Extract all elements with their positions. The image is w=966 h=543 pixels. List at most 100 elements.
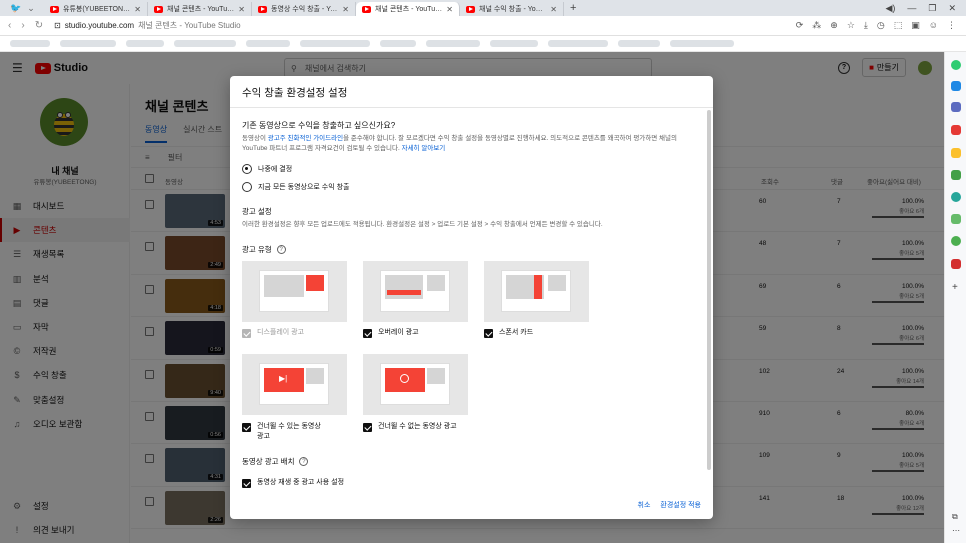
close-window-button[interactable]: ✕ bbox=[948, 3, 956, 14]
checkbox-checked-icon[interactable] bbox=[242, 479, 251, 488]
browser-tab[interactable]: 채널 콘텐츠 - YouTube Studio✕ bbox=[148, 2, 252, 16]
profile-icon[interactable]: ☺ bbox=[929, 20, 938, 31]
checkbox-checked-icon[interactable] bbox=[363, 423, 372, 432]
tab-search-icon[interactable]: ⌄ bbox=[27, 3, 35, 14]
ad-type-overlay[interactable]: 오버레이 광고 bbox=[363, 328, 463, 338]
more-options-icon[interactable]: ⋯ bbox=[952, 526, 960, 535]
side-area bbox=[427, 368, 445, 384]
chat-extension-icon[interactable] bbox=[951, 60, 961, 70]
reload-button[interactable]: ↻ bbox=[35, 20, 43, 31]
sheets-extension-icon[interactable] bbox=[951, 170, 961, 180]
site-info-icon[interactable]: ⊡ bbox=[54, 21, 61, 30]
dialog-title: 수익 창출 환경설정 설정 bbox=[242, 87, 348, 99]
download-icon[interactable]: ⤓ bbox=[864, 20, 868, 31]
checkbox-checked-icon[interactable] bbox=[484, 329, 493, 338]
youtube-extension-icon[interactable] bbox=[951, 259, 961, 269]
bookmark-item[interactable] bbox=[10, 40, 50, 47]
menu-icon[interactable]: ⋮ bbox=[947, 20, 956, 31]
calendar-extension-icon[interactable] bbox=[951, 214, 961, 224]
ad-type-skippable[interactable]: 건너뛸 수 있는 동영상 광고 bbox=[242, 422, 327, 442]
sponsor-card-illustration bbox=[484, 261, 589, 322]
translate-extension-icon[interactable] bbox=[951, 81, 961, 91]
bookmark-item[interactable] bbox=[380, 40, 416, 47]
zoom-icon[interactable]: ⊕ bbox=[830, 20, 838, 31]
mid-roll-label: 동영상 재생 중 광고 사용 설정 bbox=[257, 479, 345, 486]
skippable-ad-illustration: ▶| bbox=[242, 354, 347, 415]
mail-extension-icon[interactable] bbox=[951, 102, 961, 112]
translate-icon[interactable]: ⁂ bbox=[812, 20, 821, 31]
bookmark-item[interactable] bbox=[670, 40, 734, 47]
close-tab-icon[interactable]: ✕ bbox=[238, 5, 245, 14]
browser-tab[interactable]: 채널 수익 창출 - YouTube Studio ✕ bbox=[460, 2, 564, 16]
browser-tab[interactable]: 유튜봉(YUBEETONG) - YouTube✕ bbox=[44, 2, 148, 16]
refresh-alt-icon[interactable]: ⟳ bbox=[796, 20, 804, 31]
youtube-favicon-icon bbox=[362, 5, 371, 13]
close-tab-icon[interactable]: ✕ bbox=[134, 5, 141, 14]
bookmark-item[interactable] bbox=[60, 40, 116, 47]
browser-tab[interactable]: 채널 콘텐츠 - YouTube Studio✕ bbox=[356, 2, 460, 16]
advertiser-guidelines-link[interactable]: 광고주 친화적인 가이드라인 bbox=[268, 135, 343, 142]
bookmark-item[interactable] bbox=[246, 40, 290, 47]
back-button[interactable]: ‹ bbox=[8, 20, 11, 31]
browser-tab[interactable]: 동영상 수익 창출 - YouTube St...✕ bbox=[252, 2, 356, 16]
radio-unselected-icon[interactable] bbox=[242, 182, 252, 192]
skip-icon: ▶| bbox=[279, 374, 288, 383]
address-bar: ‹ › ↻ ⊡ studio.youtube.com 채널 콘텐츠 - YouT… bbox=[0, 16, 966, 36]
apply-settings-button[interactable]: 환경설정 적용 bbox=[660, 500, 701, 510]
bookmark-item[interactable] bbox=[174, 40, 236, 47]
url-page-title: 채널 콘텐츠 - YouTube Studio bbox=[138, 21, 241, 30]
extension-icon[interactable]: ▣ bbox=[911, 20, 920, 31]
line-extension-icon[interactable] bbox=[951, 236, 961, 246]
bookmark-item[interactable] bbox=[300, 40, 370, 47]
ad-type-label: 오버레이 광고 bbox=[378, 329, 419, 336]
speaker-icon[interactable]: ◀) bbox=[885, 3, 895, 14]
video-area bbox=[264, 275, 304, 297]
chatgpt-extension-icon[interactable] bbox=[951, 192, 961, 202]
bookmark-item[interactable] bbox=[426, 40, 480, 47]
help-icon[interactable]: ? bbox=[276, 245, 286, 254]
twitter-icon[interactable]: 🐦 bbox=[10, 3, 21, 14]
checkbox-checked-disabled-icon[interactable] bbox=[242, 329, 251, 338]
url-field[interactable]: ⊡ studio.youtube.com 채널 콘텐츠 - YouTube St… bbox=[54, 20, 241, 31]
ad-type-sponsor-card[interactable]: 스폰서 카드 bbox=[484, 328, 584, 338]
learn-more-link[interactable]: 자세히 알아보기 bbox=[402, 145, 446, 152]
side-area bbox=[306, 368, 324, 384]
bookmark-item[interactable] bbox=[126, 40, 164, 47]
ad-type-title: 광고 유형 bbox=[242, 245, 272, 254]
close-tab-icon[interactable]: ✕ bbox=[342, 5, 349, 14]
checkbox-checked-icon[interactable] bbox=[242, 423, 251, 432]
add-extension-icon[interactable]: + bbox=[952, 282, 958, 293]
nav-buttons: ‹ › ↻ bbox=[0, 20, 54, 31]
bookmark-item[interactable] bbox=[490, 40, 538, 47]
history-icon[interactable]: ◷ bbox=[877, 20, 885, 31]
star-icon[interactable]: ☆ bbox=[847, 20, 855, 31]
radio-decide-later[interactable]: 나중에 결정 bbox=[242, 164, 701, 174]
cancel-button[interactable]: 취소 bbox=[638, 500, 651, 510]
screenshot-icon[interactable]: ⬚ bbox=[894, 20, 903, 31]
bookmark-item[interactable] bbox=[548, 40, 608, 47]
bookmark-item[interactable] bbox=[618, 40, 660, 47]
restore-button[interactable]: ❐ bbox=[928, 3, 936, 14]
mid-roll-option[interactable]: 동영상 재생 중 광고 사용 설정 bbox=[242, 478, 442, 488]
youtube-favicon-icon bbox=[466, 5, 475, 13]
browser-side-panel: + ⧉ ⋯ bbox=[944, 52, 966, 543]
minimize-button[interactable]: — bbox=[907, 3, 916, 14]
close-tab-icon[interactable]: ✕ bbox=[550, 5, 557, 14]
checkbox-checked-icon[interactable] bbox=[363, 329, 372, 338]
new-tab-button[interactable]: + bbox=[564, 2, 582, 14]
notes-extension-icon[interactable] bbox=[951, 148, 961, 158]
open-external-icon[interactable]: ⧉ bbox=[952, 512, 958, 522]
radio-monetize-all[interactable]: 지금 모든 동영상으로 수익 창출 bbox=[242, 182, 701, 192]
monetization-settings-dialog: 수익 창출 환경설정 설정 기존 동영상으로 수익을 창출하고 싶으신가요? 동… bbox=[230, 76, 713, 519]
radio-selected-icon[interactable] bbox=[242, 164, 252, 174]
ad-type-non-skippable[interactable]: 건너뛸 수 없는 동영상 광고 bbox=[363, 422, 463, 432]
ad-type-display[interactable]: 디스플레이 광고 bbox=[242, 328, 342, 338]
timer-icon bbox=[400, 374, 409, 383]
pocket-extension-icon[interactable] bbox=[951, 125, 961, 135]
tab-title: 동영상 수익 창출 - YouTube St... bbox=[271, 6, 339, 13]
forward-button[interactable]: › bbox=[21, 20, 24, 31]
close-tab-icon[interactable]: ✕ bbox=[446, 5, 453, 14]
tab-title: 채널 콘텐츠 - YouTube Studio bbox=[167, 6, 235, 13]
bookmarks-bar bbox=[0, 36, 966, 52]
help-icon[interactable]: ? bbox=[299, 457, 309, 466]
